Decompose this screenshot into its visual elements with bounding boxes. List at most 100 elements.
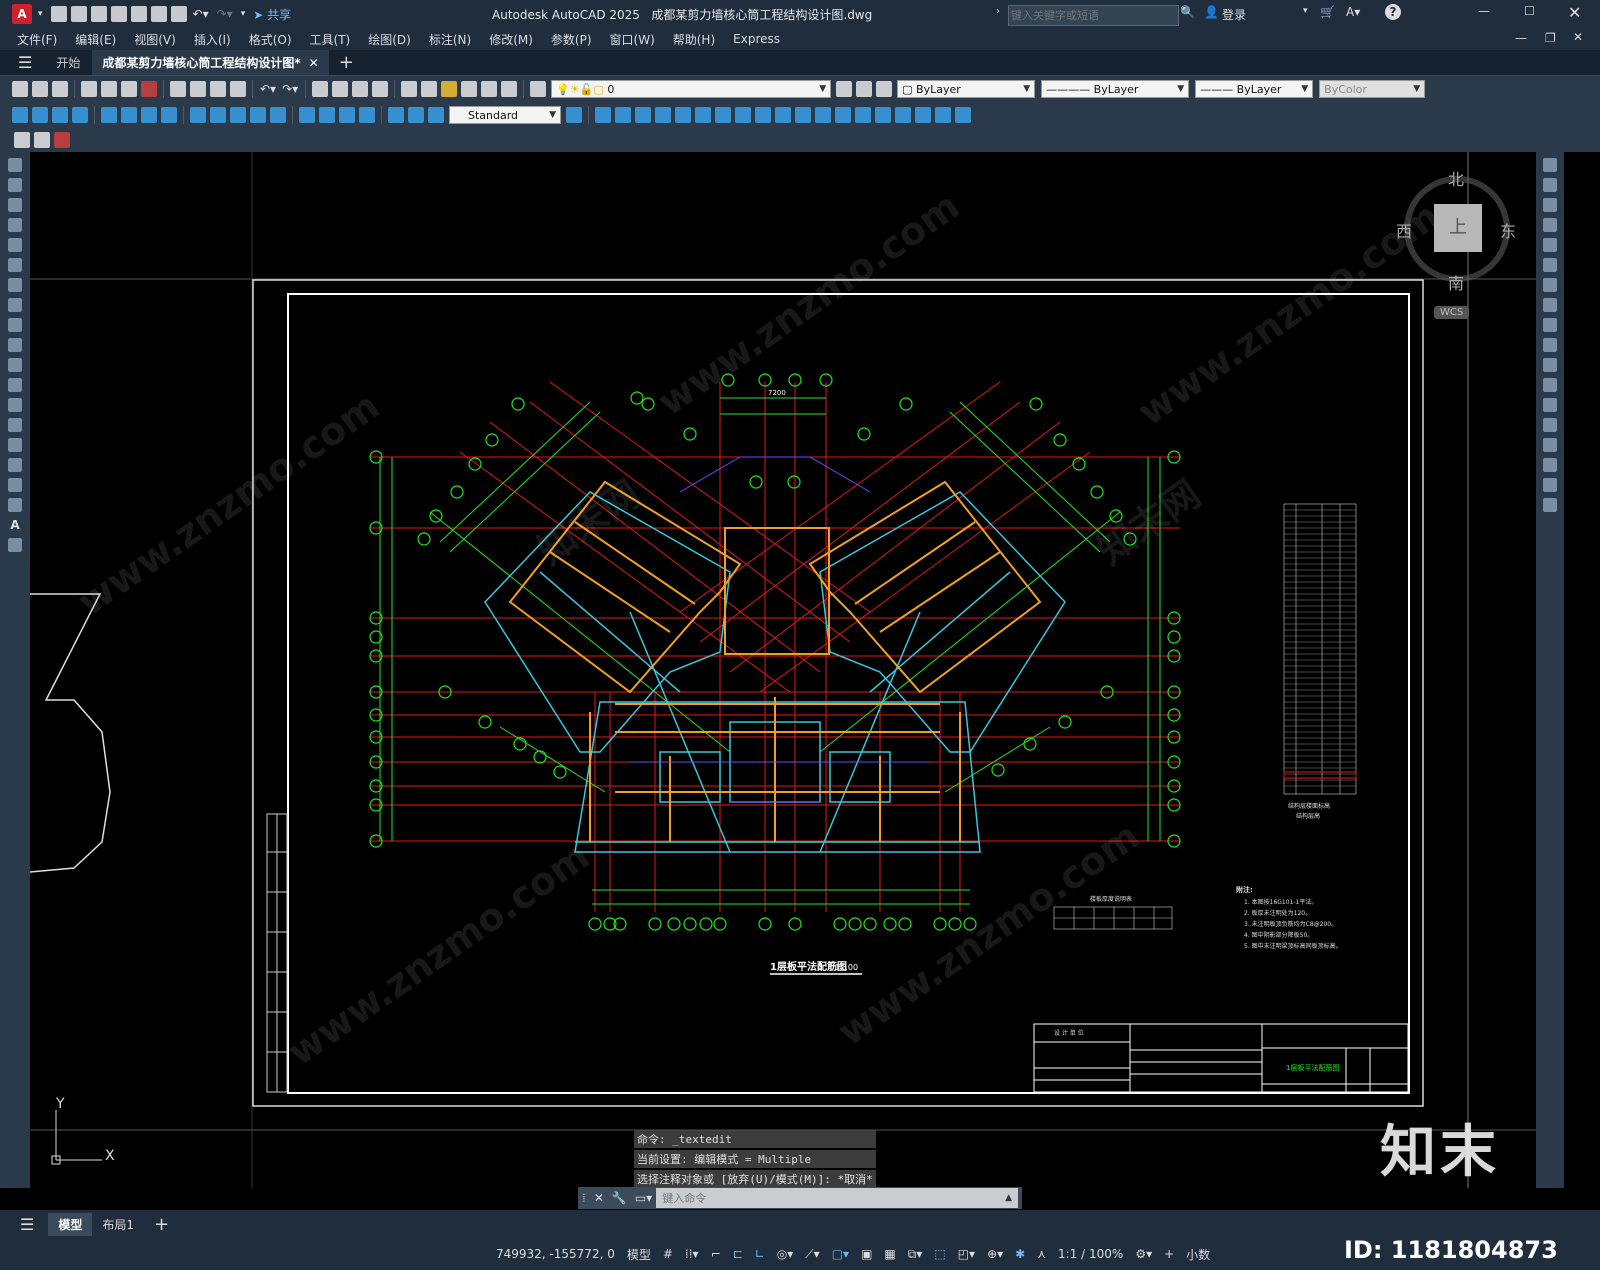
autodesk-app-icon[interactable]: A▾ <box>1346 5 1360 19</box>
annotation-monitor-icon[interactable]: + <box>1164 1247 1174 1261</box>
dim-edit-icon[interactable] <box>388 107 404 123</box>
workspace-gear-icon[interactable]: ⚙▾ <box>1135 1247 1152 1261</box>
tb-plot-icon[interactable] <box>81 81 97 97</box>
annotation-scale[interactable]: 1:1 / 100% <box>1058 1247 1123 1261</box>
tab-start[interactable]: 开始 <box>44 50 92 75</box>
right-scale-icon[interactable] <box>1543 298 1557 312</box>
tb-open-icon[interactable] <box>32 81 48 97</box>
dynamic-ucs-icon[interactable]: ⊕▾ <box>987 1247 1003 1261</box>
modify-trim-icon[interactable] <box>775 107 791 123</box>
draw-gradient-icon[interactable] <box>8 458 22 472</box>
draw-region-icon[interactable] <box>8 478 22 492</box>
doc-restore-button[interactable]: ❐ <box>1545 31 1556 45</box>
tab-document[interactable]: 成都某剪力墙核心筒工程结构设计图* ✕ <box>92 50 329 75</box>
tb-markup-icon[interactable] <box>54 132 70 148</box>
annotation-visibility-icon[interactable]: ✱ <box>1015 1247 1025 1261</box>
tb-layer-state-icon[interactable] <box>876 81 893 97</box>
tb-cut-icon[interactable] <box>170 81 186 97</box>
share-button[interactable]: ➤ 共享 <box>253 6 291 23</box>
dim-jogged-linear-icon[interactable] <box>359 107 375 123</box>
dim-inspect-icon[interactable] <box>339 107 355 123</box>
viewcube-wcs[interactable]: WCS <box>1434 306 1470 319</box>
draw-ellipse-arc-icon[interactable] <box>8 358 22 372</box>
right-mirror-icon[interactable] <box>1543 198 1557 212</box>
draw-polygon-icon[interactable] <box>8 218 22 232</box>
tb-sheetset-icon[interactable] <box>461 81 478 97</box>
color-combo[interactable]: ▢ ByLayer ▼ <box>897 80 1036 98</box>
modify-align-icon[interactable] <box>915 107 931 123</box>
draw-rectangle-icon[interactable] <box>8 238 22 252</box>
modify-mirror-icon[interactable] <box>635 107 651 123</box>
dim-update-icon[interactable] <box>428 107 444 123</box>
dynamic-input-icon[interactable]: ⊏ <box>733 1247 743 1261</box>
dim-text-edit-icon[interactable] <box>408 107 424 123</box>
tb-properties-icon[interactable] <box>401 81 418 97</box>
autocad-logo-icon[interactable]: A <box>12 4 32 24</box>
modify-offset-icon[interactable] <box>655 107 671 123</box>
tb-calculator-icon[interactable] <box>481 81 498 97</box>
modify-stretch-icon[interactable] <box>755 107 771 123</box>
modify-move-icon[interactable] <box>695 107 711 123</box>
menu-modify[interactable]: 修改(M) <box>480 31 542 48</box>
modify-erase-icon[interactable] <box>595 107 611 123</box>
plotstyle-combo[interactable]: ByColor ▼ <box>1319 80 1426 98</box>
user-icon[interactable]: 👤 <box>1204 5 1219 19</box>
tb-copy-icon[interactable] <box>190 81 206 97</box>
right-trim-icon[interactable] <box>1543 338 1557 352</box>
right-blend-icon[interactable] <box>1543 478 1557 492</box>
viewcube-south[interactable]: 南 <box>1448 270 1464 294</box>
app-menu-dropdown-icon[interactable]: ▾ <box>38 9 43 19</box>
3d-osnap-icon[interactable]: ◰▾ <box>958 1247 975 1261</box>
save-as-icon[interactable] <box>110 6 127 22</box>
viewcube-west[interactable]: 西 <box>1396 218 1412 242</box>
auto-scale-icon[interactable]: ⋏ <box>1037 1247 1046 1261</box>
draw-table-icon[interactable] <box>8 498 22 512</box>
draw-make-block-icon[interactable] <box>8 398 22 412</box>
tb-zoom-previous-icon[interactable] <box>372 81 389 97</box>
right-chamfer-icon[interactable] <box>1543 438 1557 452</box>
dim-jogged-icon[interactable] <box>121 107 137 123</box>
tb-zoom-realtime-icon[interactable] <box>332 81 349 97</box>
layout-menu-icon[interactable]: ☰ <box>20 1215 34 1234</box>
menu-file[interactable]: 文件(F) <box>8 31 66 48</box>
right-offset-icon[interactable] <box>1543 218 1557 232</box>
tb-matchprop-icon[interactable] <box>230 81 246 97</box>
dim-center-mark-icon[interactable] <box>319 107 335 123</box>
tab-layout1[interactable]: 布局1 <box>92 1213 144 1236</box>
help-icon[interactable]: ? <box>1385 4 1401 20</box>
dim-style-icon[interactable] <box>566 107 582 123</box>
modify-join-icon[interactable] <box>835 107 851 123</box>
dim-space-icon[interactable] <box>250 107 266 123</box>
tb-preview-icon[interactable] <box>101 81 117 97</box>
tb-undo-icon[interactable]: ↶▾ <box>260 82 276 96</box>
draw-spline-icon[interactable] <box>8 318 22 332</box>
infer-constraints-icon[interactable]: ⌐ <box>711 1247 721 1261</box>
isodraft-icon[interactable]: ⟋▾ <box>805 1247 819 1262</box>
command-close-icon[interactable]: ✕ <box>594 1191 604 1205</box>
draw-mtext-icon[interactable]: A <box>0 518 30 532</box>
coordinate-readout[interactable]: 749932, -155772, 0 <box>496 1247 615 1261</box>
ortho-icon[interactable]: ∟ <box>755 1247 765 1261</box>
draw-xline-icon[interactable] <box>8 178 22 192</box>
dim-quick-icon[interactable] <box>190 107 206 123</box>
tb-dwf-icon[interactable] <box>141 81 157 97</box>
open-from-web-icon[interactable] <box>130 6 147 22</box>
draw-arc-icon[interactable] <box>8 258 22 272</box>
menu-express[interactable]: Express <box>724 32 789 46</box>
menu-draw[interactable]: 绘图(D) <box>359 31 420 48</box>
menu-window[interactable]: 窗口(W) <box>601 31 664 48</box>
cart-icon[interactable]: 🛒 <box>1320 5 1335 19</box>
grid-icon[interactable]: # <box>663 1247 673 1261</box>
right-array-icon[interactable] <box>1543 238 1557 252</box>
modify-explode-icon[interactable] <box>895 107 911 123</box>
modify-extend-icon[interactable] <box>795 107 811 123</box>
search-icon[interactable]: 🔍 <box>1180 5 1195 19</box>
command-input[interactable] <box>656 1188 1018 1208</box>
menu-parametric[interactable]: 参数(P) <box>542 31 601 48</box>
draw-addselected-icon[interactable] <box>8 538 22 552</box>
menu-insert[interactable]: 插入(I) <box>185 31 240 48</box>
right-break-at-point-icon[interactable] <box>1543 398 1557 412</box>
new-tab-button[interactable]: + <box>339 52 354 73</box>
object-snap-tracking-icon[interactable]: ▢▾ <box>832 1247 849 1261</box>
model-space-canvas[interactable]: 7200 1层板平法配筋图 1:100 结构层楼面标高 结构层高 楼板厚度说明表… <box>30 152 1536 1188</box>
